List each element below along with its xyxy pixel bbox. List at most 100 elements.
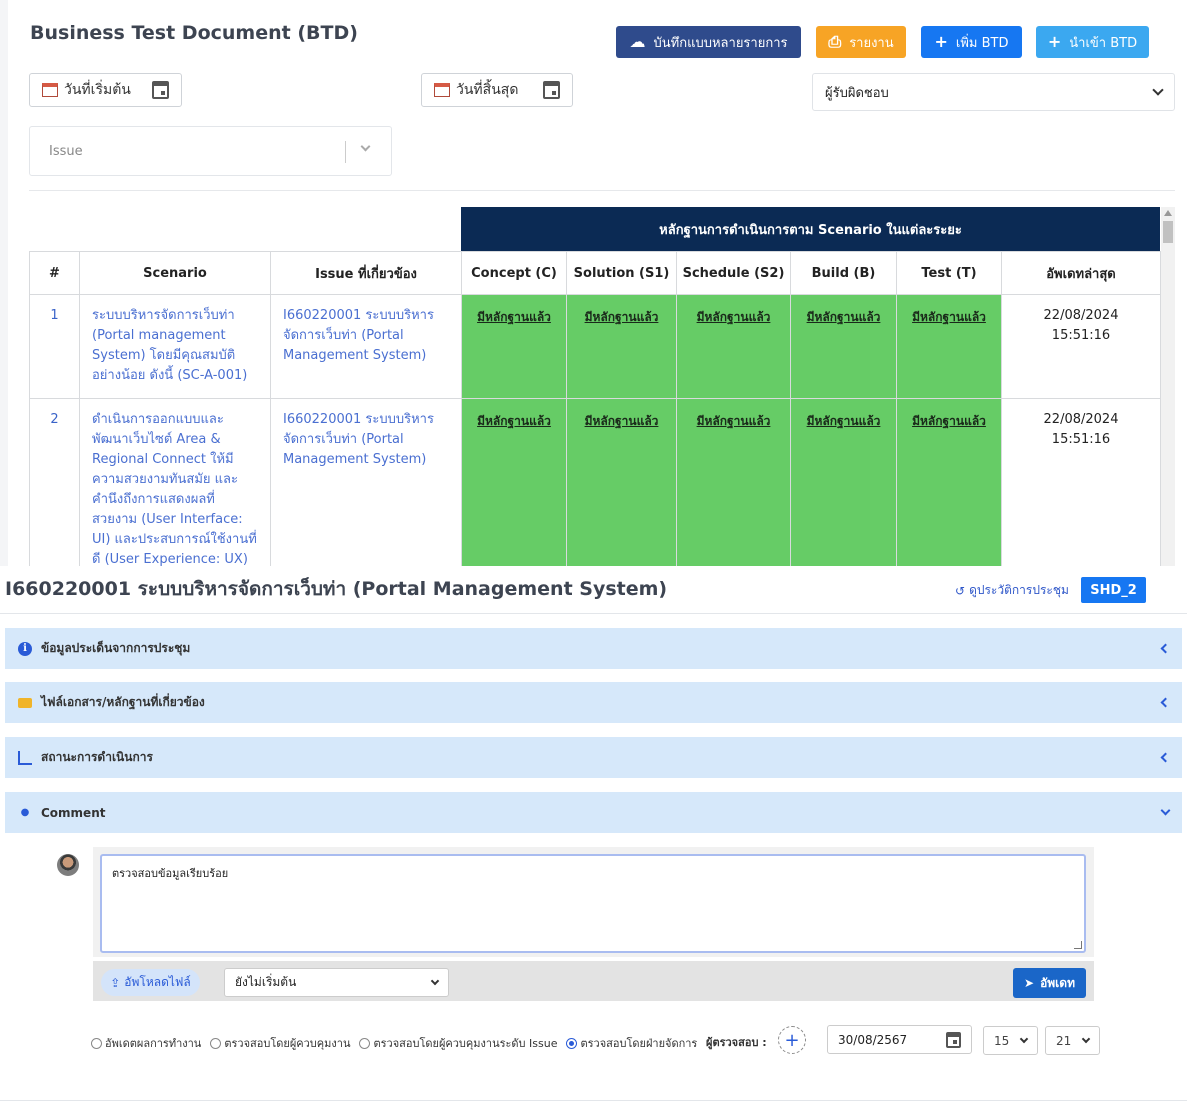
divider [0,1100,1187,1101]
evidence-link[interactable]: มีหลักฐานแล้ว [912,310,986,324]
radio-dot[interactable] [359,1037,371,1049]
radio-update-result[interactable]: อัพเดตผลการทำงาน [91,1034,201,1052]
evidence-group-header: หลักฐานการดำเนินการตาม Scenario ในแต่ละร… [461,207,1160,251]
divider [0,613,1187,614]
radio-dot-selected[interactable] [566,1037,578,1049]
update-button[interactable]: ➤ อัพเดท [1013,968,1086,998]
radio-dot[interactable] [210,1037,222,1049]
add-btd-label: เพิ่ม BTD [955,35,1009,51]
accordion-status[interactable]: สถานะการดำเนินการ [5,737,1182,778]
plus-icon: + [784,1029,800,1051]
evidence-link[interactable]: มีหลักฐานแล้ว [697,414,771,428]
accordion-documents[interactable]: ไฟล์เอกสาร/หลักฐานที่เกี่ยวข้อง [5,682,1182,723]
accordion-comment[interactable]: ● Comment [5,792,1182,833]
calendar-icon[interactable] [543,81,560,99]
comment-textarea[interactable]: ตรวจสอบข้อมูลเรียบร้อย [100,854,1086,953]
table-scrollbar[interactable] [1161,207,1175,566]
evidence-link[interactable]: มีหลักฐานแล้ว [807,414,881,428]
save-multiple-button[interactable]: ☁ บันทึกแบบหลายรายการ [616,26,801,58]
left-strip [0,0,8,566]
fixer-select[interactable]: ผู้รับผิดชอบ [812,73,1175,111]
issue-title: I660220001 ระบบบริหารจัดการเว็บท่า (Port… [5,578,668,600]
scenario-link[interactable]: ดำเนินการออกแบบและพัฒนาเว็บไซต์ Area & R… [80,399,271,566]
update-label: อัพเดท [1040,975,1075,990]
resize-handle-icon[interactable] [1074,941,1082,949]
scroll-up-icon[interactable] [1164,210,1172,216]
upload-file-label: อัพโหลดไฟล์ [124,975,191,989]
evidence-link[interactable]: มีหลักฐานแล้ว [912,414,986,428]
radio-label: ตรวจสอบโดยฝ่ายจัดการ [580,1037,698,1050]
col-header-num: # [29,251,80,295]
folder-icon [18,696,32,710]
radio-issue-supervisor-review[interactable]: ตรวจสอบโดยผู้ควบคุมงานระดับ Issue [359,1034,557,1052]
reviewer-label: ผู้ตรวจสอบ : [706,1036,767,1049]
accordion-label: สถานะการดำเนินการ [41,750,153,764]
accordion-meeting-info[interactable]: i ข้อมูลประเด็นจากการประชุม [5,628,1182,669]
evidence-link[interactable]: มีหลักฐานแล้ว [585,310,659,324]
chevron-down-icon [1160,805,1171,816]
status-select-value: ยังไม่เริ่มต้น [235,975,297,989]
chevron-down-icon [360,141,371,152]
hour-select[interactable]: 15 [983,1026,1038,1055]
updated-cell: 22/08/2024 15:51:16 [1002,295,1161,399]
comment-text: ตรวจสอบข้อมูลเรียบร้อย [112,867,229,880]
report-button[interactable]: ⎙ รายงาน [816,26,906,58]
issue-select[interactable]: Issue [29,126,392,176]
evidence-link[interactable]: มีหลักฐานแล้ว [477,414,551,428]
table-row-number[interactable]: 2 [29,399,80,566]
evidence-cell-schedule: มีหลักฐานแล้ว [677,295,791,399]
calendar-icon[interactable] [152,81,169,99]
radio-management-review[interactable]: ตรวจสอบโดยฝ่ายจัดการ [566,1034,697,1052]
page-title: Business Test Document (BTD) [30,22,358,44]
col-header-issue: Issue ที่เกี่ยวข้อง [271,251,462,295]
end-date-placeholder: วันที่สิ้นสุด [456,82,519,98]
chevron-down-icon [1019,1034,1029,1044]
add-btd-button[interactable]: + เพิ่ม BTD [921,26,1022,58]
add-reviewer-button[interactable]: + [778,1026,806,1054]
meeting-history-link[interactable]: ↺ ดูประวัติการประชุม [955,581,1069,600]
col-header-scenario: Scenario [80,251,271,295]
issue-link[interactable]: I660220001 ระบบบริหารจัดการเว็บท่า (Port… [271,399,462,566]
col-header-solution: Solution (S1) [567,251,677,295]
col-header-build: Build (B) [791,251,897,295]
radio-label: ตรวจสอบโดยผู้ควบคุมงาน [224,1037,351,1050]
shd-badge[interactable]: SHD_2 [1081,577,1146,603]
radio-supervisor-review[interactable]: ตรวจสอบโดยผู้ควบคุมงาน [210,1034,350,1052]
import-btd-label: นำเข้า BTD [1069,35,1138,51]
import-btd-button[interactable]: + นำเข้า BTD [1036,26,1149,58]
history-icon: ↺ [955,583,966,598]
review-type-radio-group: อัพเดตผลการทำงาน ตรวจสอบโดยผู้ควบคุมงาน … [91,1034,697,1052]
calendar-icon[interactable] [946,1031,961,1048]
end-date-input[interactable]: วันที่สิ้นสุด [421,73,573,107]
evidence-link[interactable]: มีหลักฐานแล้ว [807,310,881,324]
radio-dot[interactable] [91,1037,102,1049]
chevron-down-icon [1081,1034,1091,1044]
hour-value: 15 [994,1033,1010,1048]
accordion-label: ไฟล์เอกสาร/หลักฐานที่เกี่ยวข้อง [41,695,205,709]
plus-icon: + [1047,32,1062,51]
minute-select[interactable]: 21 [1045,1026,1100,1055]
select-separator [345,141,346,163]
evidence-cell-concept: มีหลักฐานแล้ว [462,399,567,566]
issue-link[interactable]: I660220001 ระบบบริหารจัดการเว็บท่า (Port… [271,295,462,399]
review-date-input[interactable]: 30/08/2567 [827,1025,972,1054]
table-row-number[interactable]: 1 [29,295,80,399]
evidence-link[interactable]: มีหลักฐานแล้ว [697,310,771,324]
info-icon: i [18,641,32,656]
meeting-history-label: ดูประวัติการประชุม [969,583,1069,597]
send-icon: ➤ [1024,976,1035,990]
radio-label: อัพเดตผลการทำงาน [105,1037,202,1050]
printer-icon: ⎙ [828,32,842,51]
scenario-link[interactable]: ระบบบริหารจัดการเว็บท่า (Portal manageme… [80,295,271,399]
divider [29,190,1175,191]
start-date-input[interactable]: วันที่เริ่มต้น [29,73,182,107]
scrollbar-thumb[interactable] [1163,221,1173,243]
evidence-cell-schedule: มีหลักฐานแล้ว [677,399,791,566]
calendar-small-icon [434,83,450,97]
evidence-link[interactable]: มีหลักฐานแล้ว [585,414,659,428]
status-select[interactable]: ยังไม่เริ่มต้น [224,968,449,997]
issue-select-placeholder: Issue [49,143,83,159]
evidence-link[interactable]: มีหลักฐานแล้ว [477,310,551,324]
upload-file-button[interactable]: ⇪ อัพโหลดไฟล์ [101,969,200,996]
btd-list-panel: Business Test Document (BTD) ☁ บันทึกแบบ… [0,0,1187,566]
